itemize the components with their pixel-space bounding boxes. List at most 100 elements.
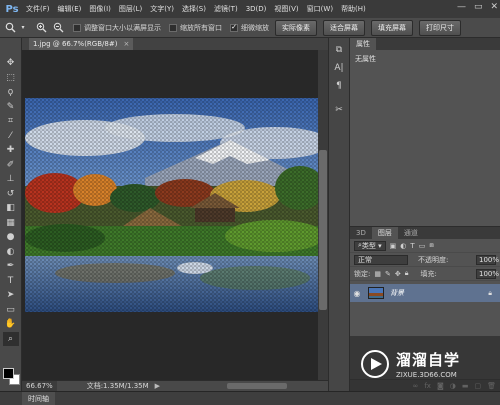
eraser-tool-icon[interactable]: ◧ (3, 201, 19, 216)
menu-file[interactable]: 文件(F) (22, 4, 54, 14)
type-tool-icon[interactable]: T (3, 274, 19, 289)
tab-channels[interactable]: 通道 (397, 227, 424, 239)
tab-timeline[interactable]: 时间轴 (22, 392, 55, 405)
scrubby-zoom-checkbox[interactable]: ✓ 细微缩放 (230, 23, 269, 33)
history-icon[interactable]: ⧉ (329, 42, 349, 58)
checkbox-label: 细微缩放 (241, 23, 269, 32)
quick-select-tool-icon[interactable]: ✎ (3, 100, 19, 115)
lock-row: 锁定: ▦ ✎ ✥ 🔒︎ 填充: 100% (350, 267, 500, 281)
zoom-tool-icon[interactable]: ⌕ (2, 331, 19, 346)
fit-screen-button[interactable]: 适合屏幕 (323, 19, 365, 36)
zoom-in-icon[interactable] (34, 21, 48, 35)
collapsed-panel-dock: ⧉ A| ¶ ✂ (328, 38, 350, 391)
opacity-input[interactable]: 100% (476, 254, 499, 265)
foreground-color[interactable] (3, 368, 14, 379)
kind-label: 类型 (361, 241, 376, 250)
character-icon[interactable]: A| (329, 60, 349, 76)
lock-position-icon[interactable]: ✥ (395, 270, 401, 278)
clone-stamp-tool-icon[interactable]: ⊥ (3, 172, 19, 187)
blur-tool-icon[interactable]: ● (3, 230, 19, 245)
lasso-tool-icon[interactable]: ϙ (3, 85, 19, 100)
shape-tool-icon[interactable]: ▭ (3, 303, 19, 318)
menu-view[interactable]: 视图(V) (270, 4, 302, 14)
eyedropper-tool-icon[interactable]: ⁄ (3, 129, 19, 144)
healing-brush-tool-icon[interactable]: ✚ (3, 143, 19, 158)
crop-tool-icon[interactable]: ⌗ (3, 114, 19, 129)
menu-image[interactable]: 图像(I) (85, 4, 115, 14)
fill-input[interactable]: 100% (476, 268, 499, 279)
move-tool-icon[interactable]: ✥ (3, 56, 19, 71)
history-brush-tool-icon[interactable]: ↺ (3, 187, 19, 202)
type-filter-icon[interactable]: T (410, 242, 414, 250)
adjustment-filter-icon[interactable]: ◐ (400, 242, 406, 250)
marquee-tool-icon[interactable]: ⬚ (3, 71, 19, 86)
document-tab-bar: 1.jpg @ 66.7%(RGB/8#) × (22, 38, 328, 50)
eye-icon[interactable]: ◉ (350, 289, 364, 298)
smart-filter-icon[interactable]: ⧈ (429, 241, 433, 250)
close-icon[interactable]: × (123, 40, 129, 48)
menu-layer[interactable]: 图层(L) (115, 4, 146, 14)
lock-paint-icon[interactable]: ✎ (385, 270, 391, 278)
watermark-subtitle: ZIXUE.3D66.COM (396, 370, 457, 379)
document-tab[interactable]: 1.jpg @ 66.7%(RGB/8#) × (29, 38, 134, 50)
kind-filter-select[interactable]: ⌕ 类型 ▾ (354, 240, 386, 251)
blend-row: 正常 不透明度: 100% (350, 253, 500, 267)
path-select-tool-icon[interactable]: ➤ (3, 288, 19, 303)
lock-all-icon[interactable]: 🔒︎ (405, 269, 409, 278)
horizontal-scrollbar-thumb[interactable] (227, 383, 287, 389)
print-size-button[interactable]: 打印尺寸 (419, 19, 461, 36)
blend-mode-value: 正常 (358, 255, 372, 264)
pixel-filter-icon[interactable]: ▣ (390, 242, 397, 250)
menu-type[interactable]: 文字(Y) (146, 4, 178, 14)
menu-bar: Ps 文件(F) 编辑(E) 图像(I) 图层(L) 文字(Y) 选择(S) 滤… (0, 0, 500, 18)
paragraph-icon[interactable]: ¶ (329, 78, 349, 94)
menu-filter[interactable]: 滤镜(T) (210, 4, 242, 14)
document-image[interactable] (25, 98, 321, 312)
close-icon[interactable]: ✕ (490, 2, 498, 12)
minimize-icon[interactable]: — (457, 2, 466, 12)
menu-window[interactable]: 窗口(W) (303, 4, 337, 14)
resize-windows-checkbox[interactable]: 调整窗口大小以满屏显示 (73, 23, 161, 33)
tab-properties[interactable]: 属性 (350, 38, 376, 50)
options-bar: ▾ 调整窗口大小以满屏显示 缩放所有窗口 ✓ 细微缩放 实际像素 适合屏幕 填充… (0, 18, 500, 38)
watermark-title: 溜溜自学 (396, 350, 461, 369)
dodge-tool-icon[interactable]: ◐ (3, 245, 19, 260)
lock-pixels-icon[interactable]: ▦ (374, 270, 381, 278)
pen-tool-icon[interactable]: ✒ (3, 259, 19, 274)
zoom-icon[interactable] (3, 21, 17, 35)
tab-3d[interactable]: 3D (350, 227, 372, 239)
menu-help[interactable]: 帮助(H) (337, 4, 370, 14)
properties-panel: 属性 无属性 (350, 38, 500, 228)
checkmark-icon[interactable]: ✓ (230, 23, 238, 32)
menu-3d[interactable]: 3D(D) (242, 5, 271, 13)
layer-row-background[interactable]: ◉ 背景 🔒︎ (350, 284, 500, 302)
checkbox-box[interactable] (169, 23, 177, 32)
hand-tool-icon[interactable]: ✋ (3, 317, 19, 332)
menu-edit[interactable]: 编辑(E) (54, 4, 86, 14)
brush-tool-icon[interactable]: ✐ (3, 158, 19, 173)
color-swatches[interactable] (3, 368, 20, 385)
chevron-down-icon[interactable]: ▾ (20, 21, 26, 35)
shape-filter-icon[interactable]: ▭ (419, 242, 426, 250)
timeline-bar: 时间轴 (0, 391, 500, 405)
actual-pixels-button[interactable]: 实际像素 (275, 19, 317, 36)
blend-mode-select[interactable]: 正常 (354, 254, 408, 265)
play-icon[interactable]: ▶ (155, 382, 160, 390)
fill-screen-button[interactable]: 填充屏幕 (371, 19, 413, 36)
scrollbar-thumb[interactable] (319, 150, 327, 310)
zoom-out-icon[interactable] (51, 21, 65, 35)
tab-layers[interactable]: 图层 (371, 227, 398, 239)
menu-select[interactable]: 选择(S) (178, 4, 210, 14)
gradient-tool-icon[interactable]: ▦ (3, 216, 19, 231)
lock-icon[interactable]: 🔒︎ (488, 289, 492, 298)
tools-panel: ✥ ⬚ ϙ ✎ ⌗ ⁄ ✚ ✐ ⊥ ↺ ◧ ▦ ● ◐ ✒ T ➤ ▭ ✋ ⌕ (0, 38, 22, 405)
layer-filter-row: ⌕ 类型 ▾ ▣ ◐ T ▭ ⧈ (350, 239, 500, 253)
checkbox-box[interactable] (73, 23, 81, 32)
tools-icon[interactable]: ✂ (329, 102, 349, 118)
vertical-scrollbar[interactable] (318, 50, 328, 380)
zoom-all-windows-checkbox[interactable]: 缩放所有窗口 (169, 23, 222, 33)
zoom-level[interactable]: 66.67% (22, 381, 57, 391)
canvas-area[interactable] (22, 50, 321, 380)
restore-icon[interactable]: ▭ (474, 2, 483, 12)
layer-name[interactable]: 背景 (390, 288, 404, 298)
